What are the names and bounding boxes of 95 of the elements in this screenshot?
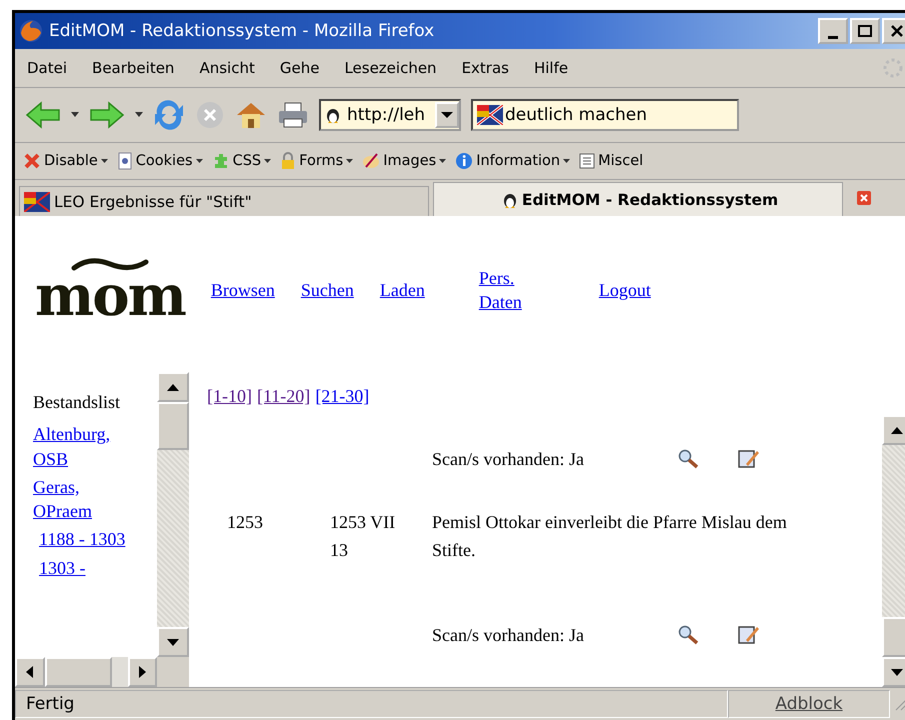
- right-arrow-icon: [139, 666, 146, 678]
- dropdown-caret-icon[interactable]: [71, 112, 79, 118]
- nav-link[interactable]: Pers. Daten: [478, 266, 545, 314]
- page-link[interactable]: [21-30]: [315, 386, 370, 407]
- table-cell-text: 1253: [226, 511, 264, 534]
- extension-menu[interactable]: Images: [362, 152, 446, 170]
- menu-item[interactable]: Datei: [27, 59, 68, 77]
- caret-icon: [100, 158, 108, 164]
- table-cell-text: 1253 VII 13: [330, 511, 396, 562]
- caret-icon: [264, 158, 272, 164]
- home-icon: [235, 100, 267, 130]
- left-arrow-icon: [26, 666, 34, 678]
- caret-icon: [441, 112, 453, 118]
- reload-icon: [153, 100, 185, 130]
- extension-menu[interactable]: CSS: [212, 152, 272, 170]
- dropdown-caret-icon[interactable]: [135, 112, 143, 118]
- caret-icon: [439, 158, 446, 164]
- scroll-thumb[interactable]: [157, 402, 189, 450]
- menu-item[interactable]: Extras: [462, 59, 509, 77]
- scroll-track[interactable]: [112, 657, 128, 687]
- up-arrow-icon: [891, 426, 903, 434]
- extension-menu[interactable]: Disable: [23, 152, 108, 170]
- period-link[interactable]: 1303 -: [33, 556, 135, 580]
- scroll-thumb[interactable]: [882, 617, 905, 657]
- caret-icon: [346, 158, 354, 164]
- stop-icon: [195, 100, 225, 130]
- throbber-icon: [882, 57, 904, 79]
- archive-link[interactable]: Altenburg, OSB: [33, 422, 129, 471]
- forward-arrow-icon: [89, 101, 125, 129]
- menu-item[interactable]: Bearbeiten: [92, 59, 174, 77]
- status-text: Fertig: [15, 690, 728, 718]
- menu-item[interactable]: Lesezeichen: [344, 59, 437, 77]
- back-arrow-icon: [25, 101, 61, 129]
- extension-menu[interactable]: Forms: [280, 152, 354, 170]
- site-logo[interactable]: mom: [35, 254, 185, 318]
- sidebar-heading: Bestandslist: [33, 391, 122, 414]
- info-icon: [455, 152, 474, 170]
- extension-menu[interactable]: Miscel: [579, 153, 644, 169]
- firefox-icon: [19, 19, 43, 43]
- search-field[interactable]: deutlich machen: [471, 99, 739, 131]
- flag-icon: [477, 105, 503, 125]
- document-icon: [116, 152, 133, 170]
- edit-icon[interactable]: [738, 624, 760, 646]
- down-arrow-icon: [167, 638, 179, 646]
- close-button[interactable]: [882, 18, 905, 44]
- horizontal-scrollbar[interactable]: [15, 657, 189, 687]
- back-button[interactable]: [25, 101, 61, 129]
- window-title: EditMOM - Redaktionssystem - Mozilla Firefox: [49, 21, 434, 41]
- reload-button[interactable]: [153, 100, 185, 130]
- scan-status: Scan/s vorhanden: Ja: [432, 448, 585, 470]
- close-icon: [857, 191, 871, 205]
- address-field[interactable]: http://leh: [319, 99, 461, 131]
- nav-link[interactable]: Browsen: [210, 280, 275, 300]
- magnifier-icon[interactable]: [678, 625, 700, 645]
- scrollbar[interactable]: [882, 415, 905, 687]
- period-link[interactable]: 1188 - 1303: [33, 527, 135, 552]
- menu-item[interactable]: Ansicht: [199, 59, 255, 77]
- nav-link[interactable]: Laden: [380, 280, 425, 300]
- close-icon: [891, 25, 903, 37]
- magnifier-icon[interactable]: [678, 449, 700, 469]
- scroll-thumb[interactable]: [44, 657, 112, 687]
- browser-tab[interactable]: EditMOM - Redaktionssystem: [433, 182, 843, 216]
- home-button[interactable]: [235, 100, 267, 130]
- extension-menu[interactable]: Cookies: [116, 152, 203, 170]
- extension-menu[interactable]: Information: [455, 152, 570, 170]
- dropdown-button[interactable]: [435, 102, 459, 128]
- menu-item[interactable]: Gehe: [280, 59, 320, 77]
- page-link[interactable]: [11-20]: [256, 386, 310, 407]
- down-arrow-icon: [891, 668, 903, 676]
- nav-link[interactable]: Suchen: [300, 280, 354, 300]
- scan-status: Scan/s vorhanden: Ja: [432, 624, 585, 646]
- minimize-icon: [828, 36, 838, 38]
- minimize-button[interactable]: [818, 18, 848, 44]
- edit-icon[interactable]: [738, 448, 760, 470]
- lock-icon: [280, 152, 296, 170]
- palette-icon: [362, 152, 380, 170]
- page-link[interactable]: [1-10]: [207, 386, 252, 407]
- scrollbar[interactable]: [157, 372, 189, 657]
- list-icon: [579, 153, 596, 169]
- nav-link[interactable]: Logout: [598, 280, 651, 300]
- printer-icon: [277, 101, 309, 129]
- archive-link[interactable]: Geras, OPraem: [33, 474, 129, 524]
- penguin-icon: [325, 106, 341, 124]
- maximize-button[interactable]: [850, 18, 880, 44]
- adblock-panel[interactable]: Adblock: [728, 690, 890, 718]
- forward-button[interactable]: [89, 101, 125, 129]
- maximize-icon: [858, 25, 872, 37]
- print-button[interactable]: [277, 101, 309, 129]
- flag-icon: [24, 192, 50, 212]
- caret-icon: [563, 158, 570, 164]
- table-cell-text: Pemisl Ottokar einverleibt die Pfarre Mislau dem Stifte.: [432, 511, 788, 562]
- caret-icon: [196, 158, 203, 164]
- cross-icon: [23, 152, 41, 170]
- up-arrow-icon: [167, 384, 179, 390]
- menu-item[interactable]: Hilfe: [534, 59, 568, 77]
